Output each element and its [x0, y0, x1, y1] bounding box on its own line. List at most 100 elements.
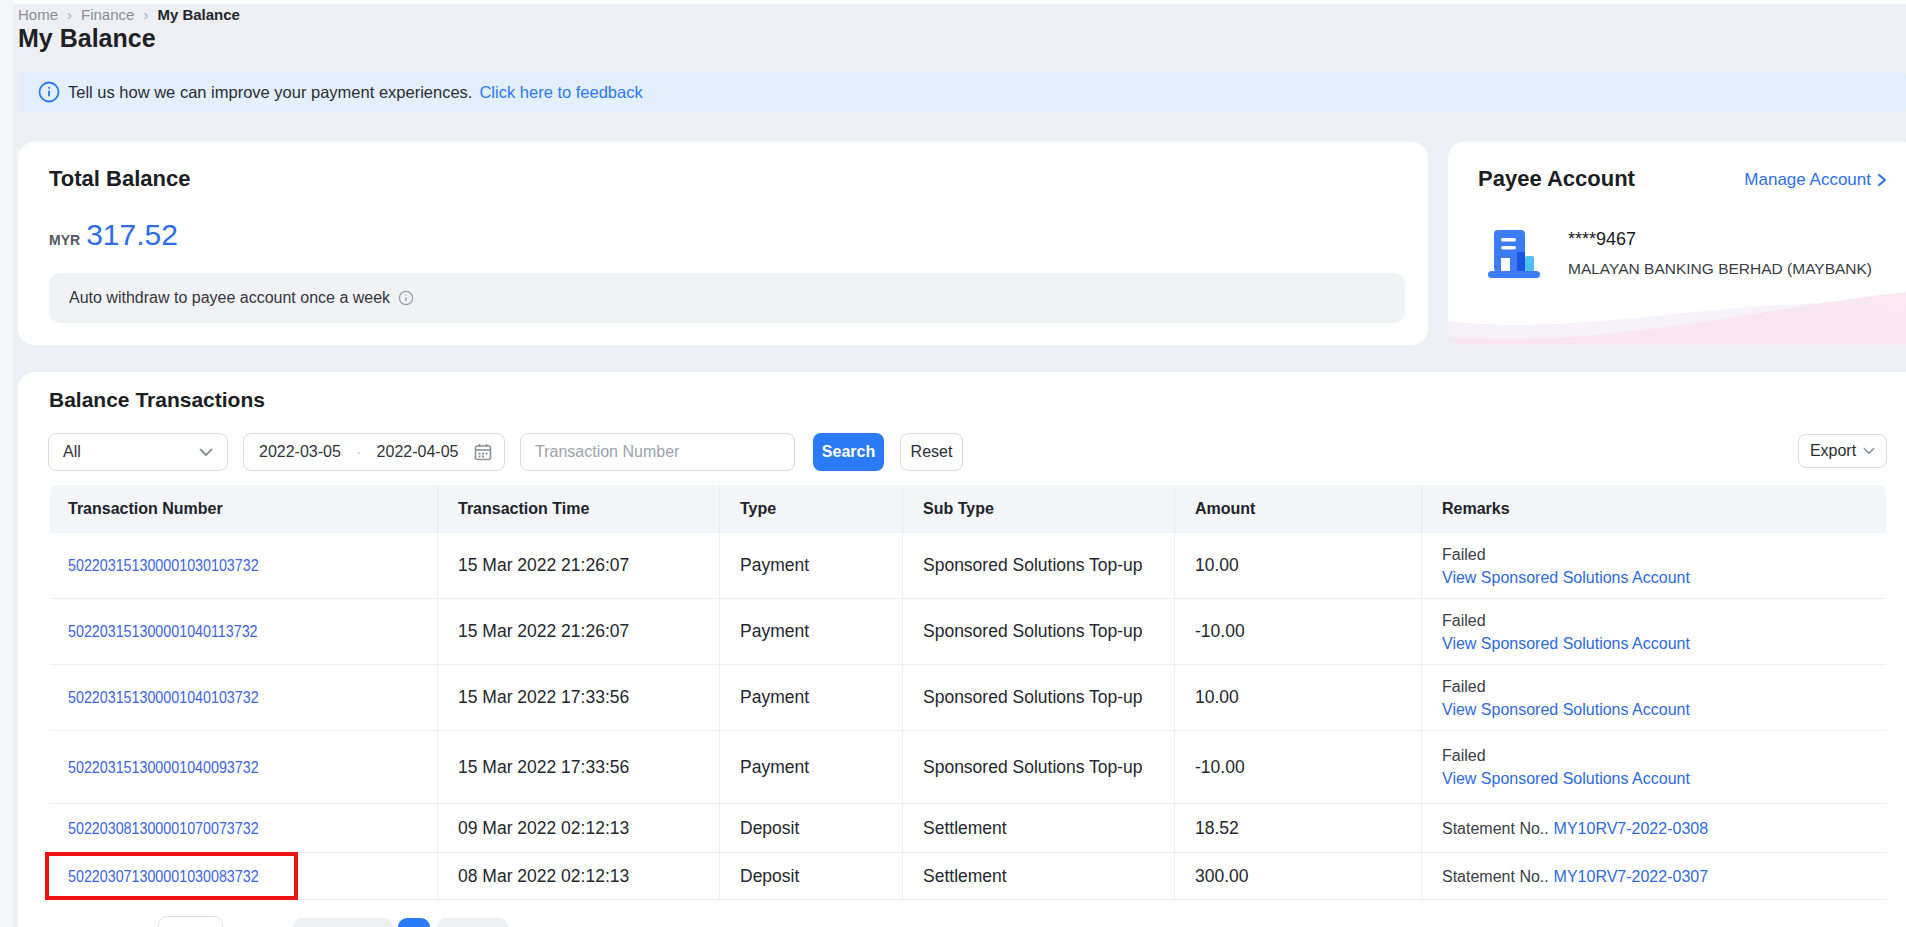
balance-transactions-title: Balance Transactions: [49, 388, 265, 412]
feedback-link[interactable]: Click here to feedback: [479, 83, 642, 102]
transaction-amount: 10.00: [1175, 533, 1422, 599]
transaction-remarks: Failed View Sponsored Solutions Account: [1422, 731, 1886, 804]
transaction-type: Deposit: [720, 804, 903, 853]
remark-link[interactable]: MY10RV7-2022-0308: [1554, 820, 1708, 837]
top-edge: [0, 0, 1906, 4]
transaction-type: Deposit: [720, 853, 903, 900]
transaction-type: Payment: [720, 665, 903, 731]
auto-withdraw-text: Auto withdraw to payee account once a we…: [69, 289, 390, 307]
pagination-current-page[interactable]: [398, 918, 430, 927]
table-row: 502203151300001040093732 15 Mar 2022 17:3…: [50, 731, 1886, 804]
transaction-subtype: Sponsored Solutions Top-up: [903, 599, 1175, 665]
transaction-subtype: Sponsored Solutions Top-up: [903, 665, 1175, 731]
left-edge: [0, 0, 13, 927]
banner-text: Tell us how we can improve your payment …: [68, 83, 472, 102]
date-range-picker[interactable]: 2022-03-05 · 2022-04-05: [243, 433, 505, 471]
transaction-amount: 10.00: [1175, 665, 1422, 731]
balance-amount: 317.52: [86, 218, 178, 252]
transaction-remarks: Statement No.. MY10RV7-2022-0307: [1422, 853, 1886, 900]
column-header-type: Type: [720, 485, 903, 533]
transaction-time: 15 Mar 2022 21:26:07: [438, 599, 720, 665]
breadcrumb-home[interactable]: Home: [18, 6, 58, 23]
transaction-number-input[interactable]: Transaction Number: [520, 433, 795, 471]
transaction-number-link[interactable]: 502203151300001040093732: [68, 758, 259, 778]
transaction-remarks: Statement No.. MY10RV7-2022-0308: [1422, 804, 1886, 853]
transaction-number-link[interactable]: 502203151300001030103732: [68, 556, 259, 576]
transaction-subtype: Settlement: [903, 804, 1175, 853]
transaction-subtype: Sponsored Solutions Top-up: [903, 731, 1175, 804]
remark-link[interactable]: View Sponsored Solutions Account: [1442, 569, 1690, 586]
remark-link[interactable]: View Sponsored Solutions Account: [1442, 635, 1690, 652]
remark-text: Failed: [1442, 546, 1486, 563]
transaction-number-link[interactable]: 502203151300001040113732: [68, 622, 258, 642]
bank-name: MALAYAN BANKING BERHAD (MAYBANK): [1568, 260, 1872, 278]
input-placeholder: Transaction Number: [535, 443, 679, 461]
transaction-amount: -10.00: [1175, 731, 1422, 804]
chevron-down-icon: [1863, 447, 1875, 455]
date-from[interactable]: 2022-03-05: [259, 443, 341, 461]
remark-text: Failed: [1442, 747, 1486, 764]
remark-text: Failed: [1442, 678, 1486, 695]
total-balance-card: Total Balance MYR 317.52 Auto withdraw t…: [18, 142, 1428, 345]
highlight-annotation: [45, 852, 298, 900]
manage-account-link[interactable]: Manage Account: [1744, 170, 1887, 190]
transaction-remarks: Failed View Sponsored Solutions Account: [1422, 599, 1886, 665]
transaction-remarks: Failed View Sponsored Solutions Account: [1422, 533, 1886, 599]
chevron-down-icon: [199, 448, 213, 457]
pagination-previous[interactable]: [293, 918, 393, 927]
info-icon[interactable]: [398, 290, 414, 306]
page-size-selector[interactable]: [158, 916, 223, 927]
transaction-amount: -10.00: [1175, 599, 1422, 665]
transaction-amount: 300.00: [1175, 853, 1422, 900]
transaction-number-link[interactable]: 502203081300001070073732: [68, 819, 259, 839]
feedback-banner: Tell us how we can improve your payment …: [18, 72, 1906, 112]
column-header-remarks: Remarks: [1422, 485, 1886, 533]
info-icon: [38, 81, 60, 103]
chevron-right-icon: [1876, 173, 1887, 187]
table-row: 502203081300001070073732 09 Mar 2022 02:1…: [50, 804, 1886, 853]
column-header-transaction-time: Transaction Time: [438, 485, 720, 533]
remark-link[interactable]: View Sponsored Solutions Account: [1442, 770, 1690, 787]
page-title: My Balance: [18, 24, 156, 53]
column-header-amount: Amount: [1175, 485, 1422, 533]
transaction-type: Payment: [720, 599, 903, 665]
calendar-icon: [474, 443, 492, 461]
type-filter-value: All: [63, 443, 81, 461]
export-label: Export: [1810, 442, 1856, 460]
transaction-number-link[interactable]: 502203151300001040103732: [68, 688, 259, 708]
transaction-amount: 18.52: [1175, 804, 1422, 853]
breadcrumb: Home › Finance › My Balance: [18, 4, 240, 24]
remark-text: Statement No..: [1442, 868, 1549, 885]
remark-link[interactable]: MY10RV7-2022-0307: [1554, 868, 1708, 885]
date-range-separator: ·: [356, 444, 361, 460]
pagination-next[interactable]: [437, 918, 508, 927]
breadcrumb-finance[interactable]: Finance: [81, 6, 134, 23]
table-row: 502203151300001040113732 15 Mar 2022 21:2…: [50, 599, 1886, 665]
remark-text: Statement No..: [1442, 820, 1549, 837]
breadcrumb-separator: ›: [67, 6, 72, 23]
date-to[interactable]: 2022-04-05: [377, 443, 459, 461]
wave-decoration: [1448, 273, 1906, 345]
column-header-sub-type: Sub Type: [903, 485, 1175, 533]
type-filter-select[interactable]: All: [48, 433, 228, 471]
export-button[interactable]: Export: [1798, 434, 1887, 468]
remark-link[interactable]: View Sponsored Solutions Account: [1442, 701, 1690, 718]
transaction-time: 15 Mar 2022 17:33:56: [438, 665, 720, 731]
manage-account-label: Manage Account: [1744, 170, 1871, 190]
payee-account-title: Payee Account: [1478, 166, 1635, 192]
transaction-type: Payment: [720, 731, 903, 804]
transaction-time: 15 Mar 2022 17:33:56: [438, 731, 720, 804]
remark-text: Failed: [1442, 612, 1486, 629]
transaction-remarks: Failed View Sponsored Solutions Account: [1422, 665, 1886, 731]
reset-button[interactable]: Reset: [900, 433, 963, 471]
column-header-transaction-number: Transaction Number: [50, 485, 438, 533]
transaction-subtype: Sponsored Solutions Top-up: [903, 533, 1175, 599]
breadcrumb-current: My Balance: [157, 6, 240, 23]
auto-withdraw-note: Auto withdraw to payee account once a we…: [49, 273, 1405, 323]
masked-account-number: ****9467: [1568, 229, 1636, 250]
search-button[interactable]: Search: [813, 433, 884, 471]
transaction-time: 09 Mar 2022 02:12:13: [438, 804, 720, 853]
table-row: 50220315130000103010373215 Mar 2022 21:2…: [50, 533, 1886, 599]
transaction-subtype: Settlement: [903, 853, 1175, 900]
balance-transactions-card: Balance Transactions All 2022-03-05 · 20…: [18, 372, 1906, 927]
